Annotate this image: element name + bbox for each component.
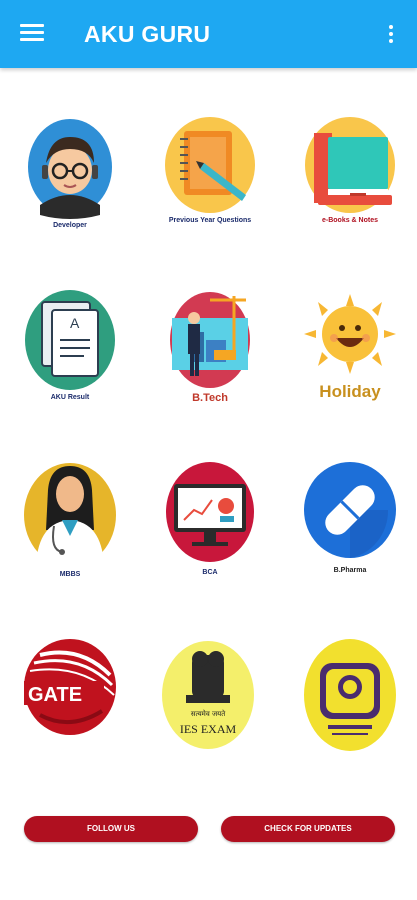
university-seal-icon <box>304 639 396 751</box>
ies-emblem-icon: सत्यमेव जयते IES EXAM <box>162 641 254 749</box>
tile-label: Previous Year Questions <box>168 217 252 224</box>
tile-label: BCA <box>202 569 218 576</box>
tile-btech[interactable]: B.Tech <box>150 288 270 428</box>
app-bar: AKU GURU <box>0 0 417 68</box>
gate-logo-icon: GATE <box>24 639 116 735</box>
notebook-pencil-icon <box>165 117 255 213</box>
tile-developer[interactable]: Developer <box>10 115 130 255</box>
tile-label: Holiday <box>319 382 381 401</box>
tile-aku-result[interactable]: A AKU Result <box>10 288 130 428</box>
tile-gate[interactable]: GATE <box>10 635 130 775</box>
tile-holiday[interactable]: Holiday <box>290 288 410 428</box>
sun-smiley-icon <box>304 294 396 374</box>
tile-label: MBBS <box>59 571 81 578</box>
tile-label: Developer <box>53 222 87 229</box>
follow-us-button[interactable]: FOLLOW US <box>24 816 198 842</box>
tile-label: B.Pharma <box>333 567 367 574</box>
tile-bpharma[interactable]: B.Pharma <box>290 460 410 600</box>
tile-mbbs[interactable]: MBBS <box>10 460 130 600</box>
tile-ies-exam[interactable]: सत्यमेव जयते IES EXAM <box>150 635 270 775</box>
computer-analytics-icon <box>166 462 254 562</box>
developer-avatar-icon <box>28 119 112 219</box>
tile-label: B.Tech <box>192 392 228 404</box>
tile-university[interactable] <box>290 635 410 775</box>
tile-ebooks-notes[interactable]: e-Books & Notes <box>290 115 410 255</box>
doctor-icon <box>24 463 116 565</box>
tile-bca[interactable]: BCA <box>150 460 270 600</box>
motto-text: सत्यमेव जयते <box>191 709 226 718</box>
app-title: AKU GURU <box>84 21 211 47</box>
hamburger-menu-icon[interactable] <box>20 24 44 42</box>
tile-previous-year-questions[interactable]: Previous Year Questions <box>150 115 270 255</box>
doc-letter: A <box>70 315 80 331</box>
engineer-construction-icon <box>170 292 250 388</box>
tile-label: AKU Result <box>50 394 90 401</box>
capsule-pill-icon <box>304 462 396 558</box>
more-vert-icon[interactable] <box>386 25 396 45</box>
check-for-updates-button[interactable]: CHECK FOR UPDATES <box>221 816 395 842</box>
ies-exam-text: IES EXAM <box>180 722 237 736</box>
tile-label: e-Books & Notes <box>321 217 378 224</box>
result-document-icon: A <box>25 290 115 390</box>
gate-logo-text: GATE <box>28 684 82 706</box>
books-icon <box>305 117 395 213</box>
